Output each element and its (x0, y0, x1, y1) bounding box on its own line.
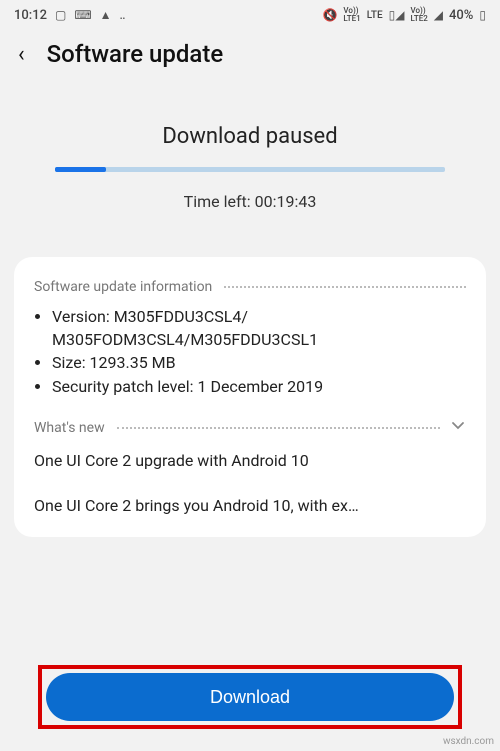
divider-dots (117, 427, 440, 429)
warning-icon: ▲ (100, 8, 112, 22)
progress-bar (55, 167, 445, 172)
statusbar: 10:12 ▢ ⌨ ▲ ‥ 🔇 Vo))LTE1 LTE ▯◢ Vo))LTE2… (0, 0, 500, 30)
sim1-label: Vo))LTE1 (343, 7, 360, 23)
progress-fill (55, 167, 106, 172)
signal2-icon: ◢ (434, 8, 443, 22)
chevron-down-icon[interactable] (450, 418, 466, 438)
statusbar-right: 🔇 Vo))LTE1 LTE ▯◢ Vo))LTE2 ◢ 40% ▯ (322, 7, 486, 23)
download-button[interactable]: Download (46, 673, 454, 721)
clock: 10:12 (14, 8, 47, 23)
battery-icon: ▯ (479, 8, 486, 22)
status-title: Download paused (0, 124, 500, 149)
header: ‹ Software update (0, 30, 500, 82)
signal1-icon: ▯◢ (389, 8, 405, 22)
info-list: Version: M305FDDU3CSL4/ M305FODM3CSL4/M3… (34, 305, 466, 398)
whatsnew-line1: One UI Core 2 upgrade with Android 10 (34, 450, 466, 472)
back-icon[interactable]: ‹ (18, 42, 25, 67)
whatsnew-line2: One UI Core 2 brings you Android 10, wit… (34, 496, 466, 515)
watermark: wsxdn.com (443, 736, 494, 747)
image-icon: ▢ (55, 8, 66, 22)
mute-icon: 🔇 (322, 8, 337, 22)
divider-dots (224, 286, 466, 288)
page-title: Software update (47, 40, 224, 68)
download-status: Download paused Time left: 00:19:43 (0, 124, 500, 211)
monitor-icon: ⌨ (74, 8, 91, 22)
whatsnew-header[interactable]: What's new (34, 418, 466, 438)
info-version: Version: M305FDDU3CSL4/ M305FODM3CSL4/M3… (52, 305, 466, 351)
statusbar-left: 10:12 ▢ ⌨ ▲ ‥ (14, 8, 126, 23)
info-security: Security patch level: 1 December 2019 (52, 375, 466, 398)
info-card: Software update information Version: M30… (14, 257, 486, 537)
info-section-title: Software update information (34, 279, 212, 295)
lte-label: LTE (367, 10, 383, 21)
more-icon: ‥ (120, 8, 126, 22)
info-size: Size: 1293.35 MB (52, 351, 466, 374)
battery-text: 40% (449, 8, 473, 23)
sim2-label: Vo))LTE2 (411, 7, 428, 23)
whatsnew-title: What's new (34, 420, 105, 436)
time-left: Time left: 00:19:43 (0, 192, 500, 211)
info-section-header: Software update information (34, 279, 466, 295)
download-button-highlight: Download (38, 665, 462, 729)
